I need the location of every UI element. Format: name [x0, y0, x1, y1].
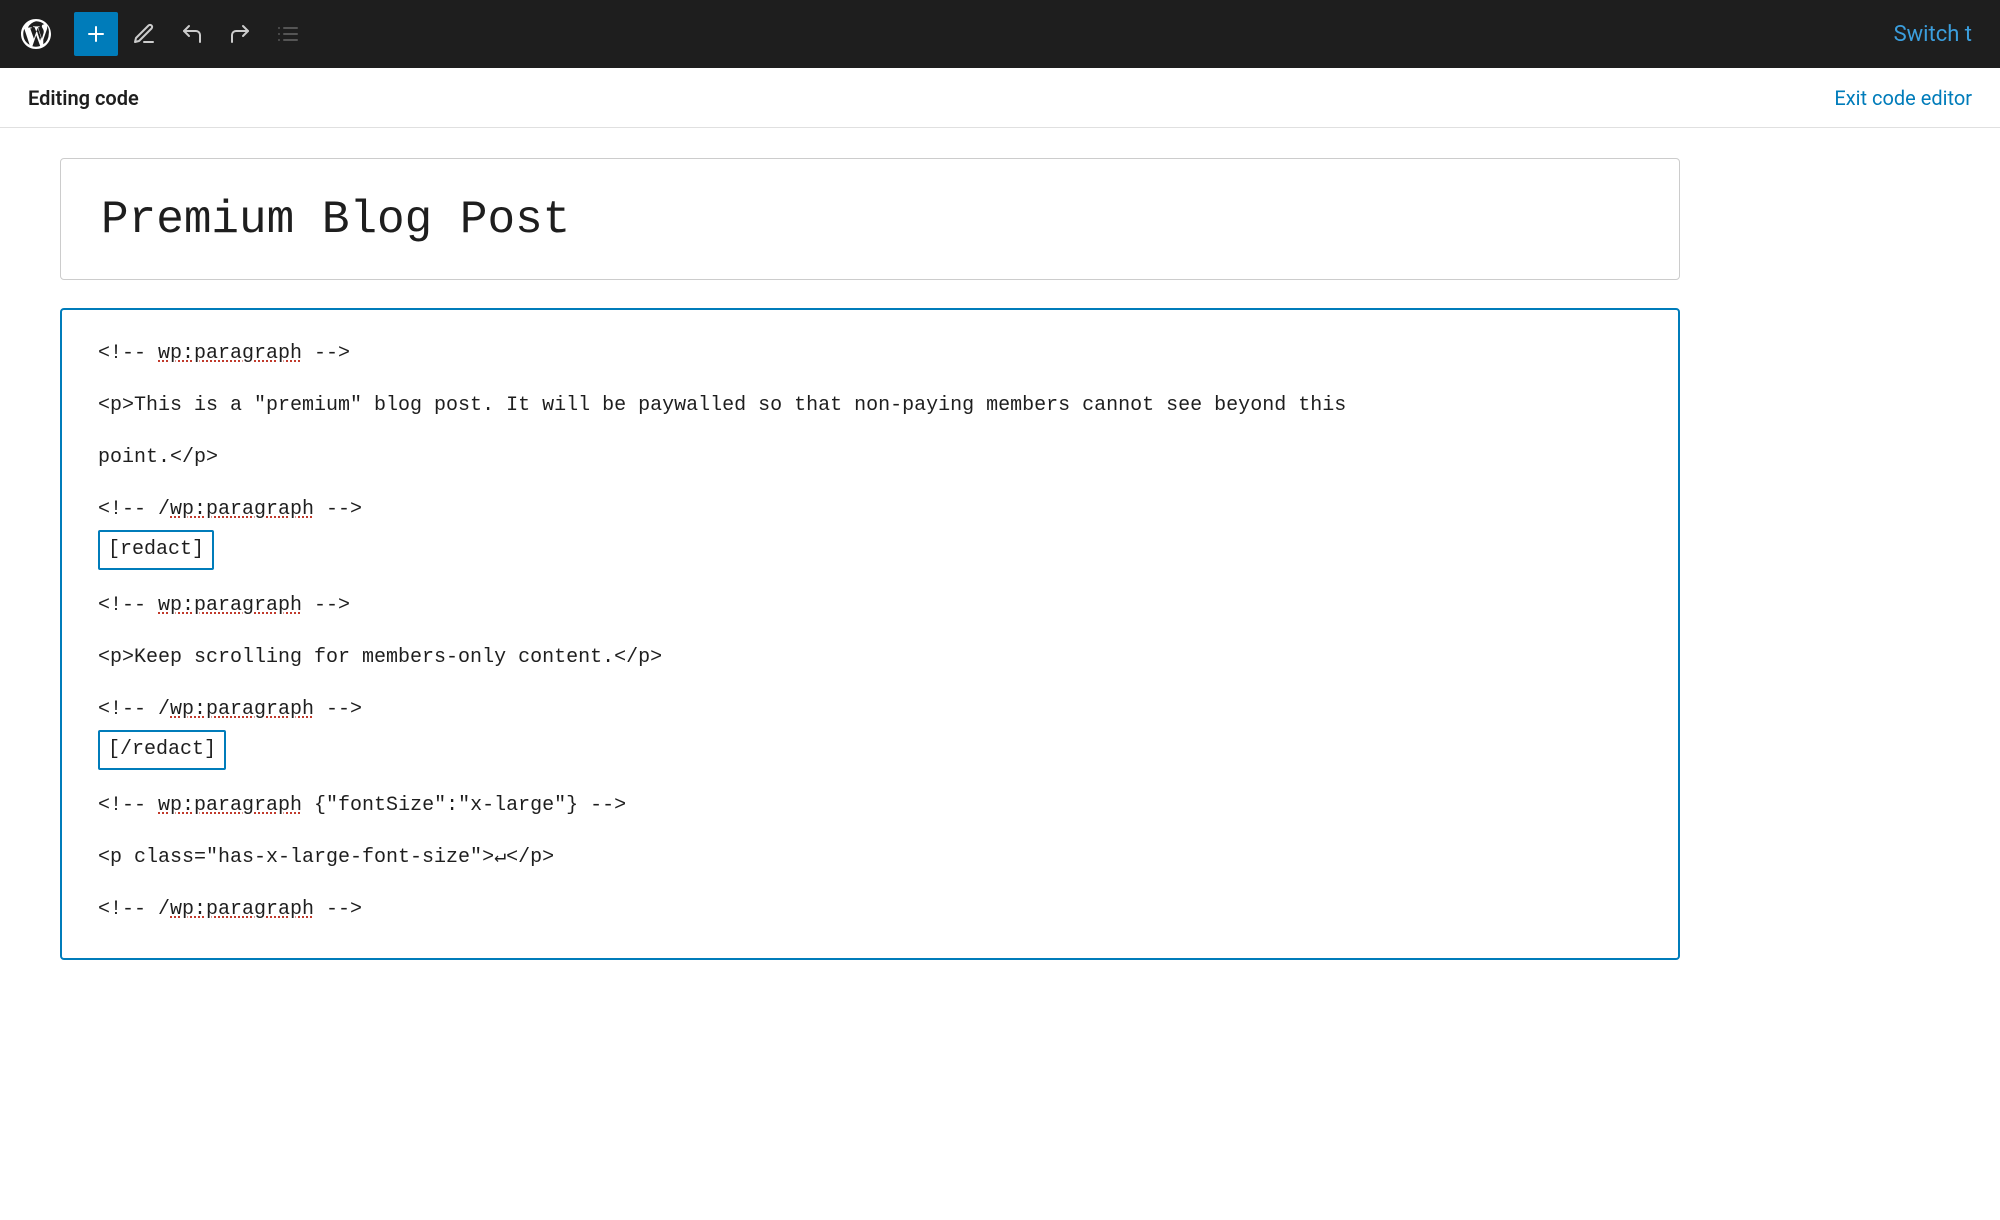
list-view-button[interactable]: [266, 12, 310, 56]
code-line-8: <!-- wp:paragraph {"fontSize":"x-large"}…: [98, 790, 1642, 822]
code-line-7: <!-- /wp:paragraph -->: [98, 694, 1642, 726]
post-title-box: Premium Blog Post: [60, 158, 1680, 280]
editing-code-label: Editing code: [28, 86, 139, 110]
switch-button[interactable]: Switch t: [1878, 14, 1988, 55]
spacer-9: [98, 878, 1642, 890]
wp-paragraph-tag-2: wp:paragraph: [170, 498, 314, 521]
code-line-4: <!-- /wp:paragraph -->: [98, 494, 1642, 526]
code-line-10: <!-- /wp:paragraph -->: [98, 894, 1642, 926]
add-block-button[interactable]: [74, 12, 118, 56]
toolbar-right: Switch t: [1878, 14, 1988, 55]
code-line-3: point.</p>: [98, 442, 1642, 474]
code-editor-box[interactable]: <!-- wp:paragraph --> <p>This is a "prem…: [60, 308, 1680, 960]
pencil-icon: [132, 22, 156, 46]
code-line-9: <p class="has-x-large-font-size">↵</p>: [98, 842, 1642, 874]
redact-open-tag: [redact]: [98, 530, 214, 570]
post-title[interactable]: Premium Blog Post: [101, 191, 1639, 251]
tools-button[interactable]: [122, 12, 166, 56]
plus-icon: [84, 22, 108, 46]
wp-paragraph-tag-4: wp:paragraph: [170, 698, 314, 721]
spacer-5: [98, 626, 1642, 638]
spacer-1: [98, 374, 1642, 386]
shortcode-redact-open: [redact]: [98, 530, 1642, 570]
wp-logo-icon[interactable]: [12, 10, 60, 58]
editing-bar: Editing code Exit code editor: [0, 68, 2000, 128]
list-icon: [276, 22, 300, 46]
code-line-2: <p>This is a "premium" blog post. It wil…: [98, 390, 1642, 422]
spacer-3: [98, 478, 1642, 490]
redo-button[interactable]: [218, 12, 262, 56]
redo-icon: [228, 22, 252, 46]
undo-icon: [180, 22, 204, 46]
wp-paragraph-tag-6: wp:paragraph: [170, 898, 314, 921]
code-line-1: <!-- wp:paragraph -->: [98, 338, 1642, 370]
spacer-8: [98, 826, 1642, 838]
spacer-7: [98, 774, 1642, 786]
redact-close-tag: [/redact]: [98, 730, 226, 770]
spacer-4: [98, 574, 1642, 586]
code-line-5: <!-- wp:paragraph -->: [98, 590, 1642, 622]
wp-paragraph-tag-5: wp:paragraph: [158, 794, 302, 817]
undo-button[interactable]: [170, 12, 214, 56]
wp-paragraph-tag-3: wp:paragraph: [158, 594, 302, 617]
spacer-2: [98, 426, 1642, 438]
spacer-6: [98, 678, 1642, 690]
code-line-6: <p>Keep scrolling for members-only conte…: [98, 642, 1642, 674]
main-content: Premium Blog Post <!-- wp:paragraph --> …: [0, 128, 2000, 990]
shortcode-redact-close: [/redact]: [98, 730, 1642, 770]
exit-code-editor-button[interactable]: Exit code editor: [1834, 86, 1972, 110]
wp-paragraph-tag-1: wp:paragraph: [158, 342, 302, 365]
toolbar: Switch t: [0, 0, 2000, 68]
